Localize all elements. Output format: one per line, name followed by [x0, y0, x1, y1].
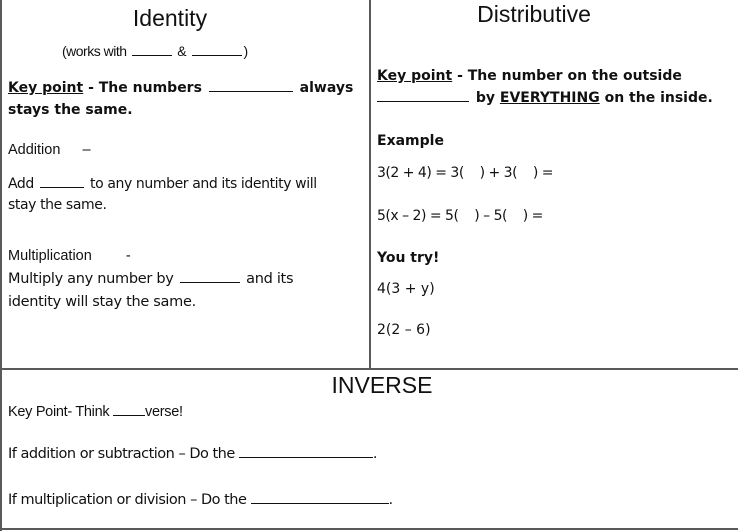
everything-emphasis: EVERYTHING [499, 90, 600, 106]
addition-text-before: Add [8, 176, 38, 192]
multiplication-dash: - [125, 248, 131, 264]
distributive-key-point: Key point - The number on the outside [377, 68, 682, 84]
identity-key-point: Key point - The numbers always [8, 80, 353, 96]
key-point-end: on the inside. [599, 90, 713, 106]
blank-4[interactable] [39, 186, 84, 188]
key-point-by: by [471, 90, 500, 106]
middle-divider [0, 368, 738, 370]
blank-1[interactable] [131, 54, 172, 56]
inverse-key-point: Key Point- Think verse! [8, 404, 183, 420]
blank-2[interactable] [191, 54, 242, 56]
distributive-title: Distributive [477, 1, 591, 27]
period: . [388, 492, 394, 508]
works-with-suffix: ) [243, 43, 249, 59]
multiplication-text-after: and its [241, 271, 294, 287]
left-border [0, 0, 2, 531]
blank-6[interactable] [377, 100, 469, 102]
multiplication-label: Multiplication [8, 248, 92, 264]
blank-8[interactable] [238, 456, 373, 458]
example-2: 5(x – 2) = 5( ) – 5( ) = [377, 208, 543, 224]
example-1: 3(2 + 4) = 3( ) + 3( ) = [377, 165, 553, 181]
blank-7[interactable] [113, 414, 146, 416]
center-divider [369, 0, 371, 369]
key-point-text-after: always [294, 80, 354, 96]
inverse-addition-line: If addition or subtraction – Do the . [8, 446, 378, 462]
distributive-key-point-line2: by EVERYTHING on the inside. [377, 90, 713, 106]
key-point-label: Key point [377, 68, 453, 84]
addition-text-line2: stay the same. [8, 197, 107, 213]
addition-text-after: to any number and its identity will [85, 176, 317, 192]
key-point-before: Key Point- Think [8, 404, 114, 420]
identity-key-point-line2: stays the same. [8, 102, 133, 118]
blank-5[interactable] [179, 281, 240, 283]
multiplication-text-before: Multiply any number by [8, 271, 178, 287]
blank-3[interactable] [208, 90, 293, 92]
multiplication-heading: Multiplication - [8, 248, 131, 264]
addition-label: Addition [8, 142, 61, 158]
blank-9[interactable] [250, 502, 389, 504]
addition-heading: Addition – [8, 142, 91, 158]
ampersand: & [177, 43, 187, 59]
addition-text: Add to any number and its identity will [8, 176, 317, 192]
key-point-text: - The number on the outside [452, 68, 682, 84]
identity-title: Identity [132, 5, 208, 31]
you-try-2: 2(2 – 6) [377, 322, 431, 338]
multiplication-text-line2: identity will stay the same. [8, 294, 196, 310]
addition-dash: – [82, 142, 91, 158]
addition-line-text: If addition or subtraction – Do the [8, 446, 239, 462]
identity-works-with: (works with & ) [62, 43, 248, 59]
multiplication-text: Multiply any number by and its [8, 271, 294, 287]
key-point-label: Key point [8, 80, 84, 96]
key-point-text: - The numbers [83, 80, 207, 96]
you-try-heading: You try! [377, 250, 440, 266]
bottom-border [0, 528, 738, 530]
multiplication-line-text: If multiplication or division – Do the [8, 492, 251, 508]
inverse-multiplication-line: If multiplication or division – Do the . [8, 492, 393, 508]
works-with-prefix: (works with [62, 43, 127, 59]
you-try-1: 4(3 + y) [377, 281, 435, 297]
inverse-title: INVERSE [331, 372, 433, 398]
key-point-after: verse! [145, 404, 183, 420]
example-heading: Example [377, 133, 444, 149]
period: . [372, 446, 378, 462]
